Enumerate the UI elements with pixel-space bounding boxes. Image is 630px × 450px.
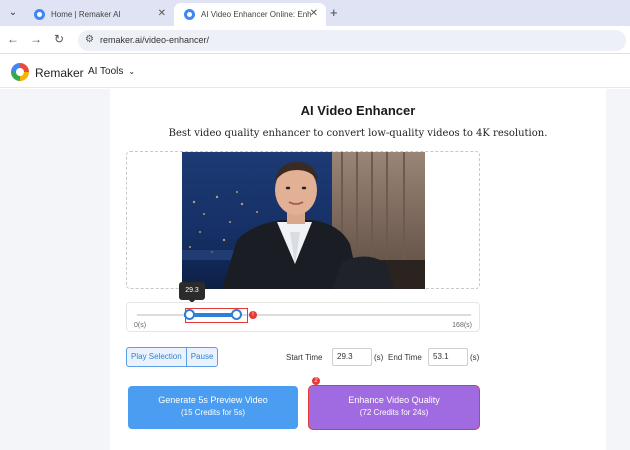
address-bar[interactable]: ⚙ remaker.ai/video-enhancer/ [78, 30, 626, 51]
end-time-label: End Time [388, 353, 422, 362]
site-info-icon[interactable]: ⚙ [85, 34, 94, 45]
forward-icon[interactable]: → [29, 32, 43, 46]
new-tab-icon[interactable]: + [330, 5, 338, 20]
back-icon[interactable]: ← [6, 32, 20, 46]
start-time-unit: (s) [374, 353, 384, 362]
brand-name[interactable]: Remaker [35, 66, 84, 80]
tab-strip: ⌄ Home | Remaker AI ✕ AI Video Enhancer … [0, 0, 630, 26]
enhance-button-label: Enhance Video Quality [348, 395, 440, 405]
start-time-label: Start Time [286, 353, 323, 362]
chevron-down-icon: ⌄ [128, 67, 136, 76]
tab-home-remaker[interactable]: Home | Remaker AI ✕ [24, 3, 174, 26]
enhance-button-credits: (72 Credits for 24s) [359, 408, 429, 417]
enhance-badge: 2 [312, 377, 320, 385]
start-time-input[interactable]: 29.3 [332, 348, 372, 366]
start-time-tooltip: 29.3 [179, 282, 205, 303]
timeline-start-label: 0(s) [134, 322, 147, 329]
video-thumbnail [182, 152, 425, 289]
tab-search-chevron-icon[interactable]: ⌄ [4, 5, 22, 21]
url-text: remaker.ai/video-enhancer/ [100, 35, 210, 45]
enhancer-card: AI Video Enhancer Best video quality enh… [110, 89, 606, 450]
tab-title: AI Video Enhancer Online: Enh [201, 10, 311, 19]
tab-video-enhancer[interactable]: AI Video Enhancer Online: Enh ✕ [174, 3, 326, 26]
site-header: Remaker AI Tools ⌄ [0, 55, 630, 88]
close-tab-icon[interactable]: ✕ [158, 8, 166, 19]
remaker-logo-icon[interactable] [11, 63, 29, 81]
main-area: AI Video Enhancer Best video quality enh… [0, 89, 630, 450]
timeline-end-label: 168(s) [452, 322, 472, 329]
end-handle[interactable] [231, 309, 242, 320]
play-selection-button[interactable]: Play Selection [127, 348, 186, 366]
video-frame[interactable] [182, 152, 425, 289]
preview-button-label: Generate 5s Preview Video [158, 395, 268, 405]
end-time-input[interactable]: 53.1 [428, 348, 468, 366]
preview-button-credits: (15 Credits for 5s) [180, 408, 246, 417]
reload-icon[interactable]: ↻ [52, 32, 66, 46]
warning-badge: ! [249, 311, 257, 319]
playback-controls: Play Selection Pause [126, 347, 219, 367]
end-time-unit: (s) [470, 353, 480, 362]
page-title: AI Video Enhancer [300, 103, 416, 118]
trim-timeline: ! 0(s) 168(s) [126, 302, 480, 332]
tab-title: Home | Remaker AI [51, 10, 121, 19]
remaker-favicon-icon [184, 9, 195, 20]
enhance-video-button[interactable]: Enhance Video Quality (72 Credits for 24… [309, 386, 479, 429]
start-handle[interactable] [184, 309, 195, 320]
remaker-favicon-icon [34, 9, 45, 20]
pause-button[interactable]: Pause [185, 348, 218, 366]
close-tab-icon[interactable]: ✕ [310, 8, 318, 19]
page-subtitle: Best video quality enhancer to convert l… [168, 128, 548, 139]
ai-tools-menu[interactable]: AI Tools ⌄ [88, 66, 135, 77]
page-scrollbar[interactable] [606, 89, 630, 450]
ai-tools-label: AI Tools [88, 66, 124, 77]
generate-preview-button[interactable]: Generate 5s Preview Video (15 Credits fo… [128, 386, 298, 429]
video-preview-box [126, 151, 480, 289]
browser-toolbar: ← → ↻ ⚙ remaker.ai/video-enhancer/ [0, 26, 630, 54]
